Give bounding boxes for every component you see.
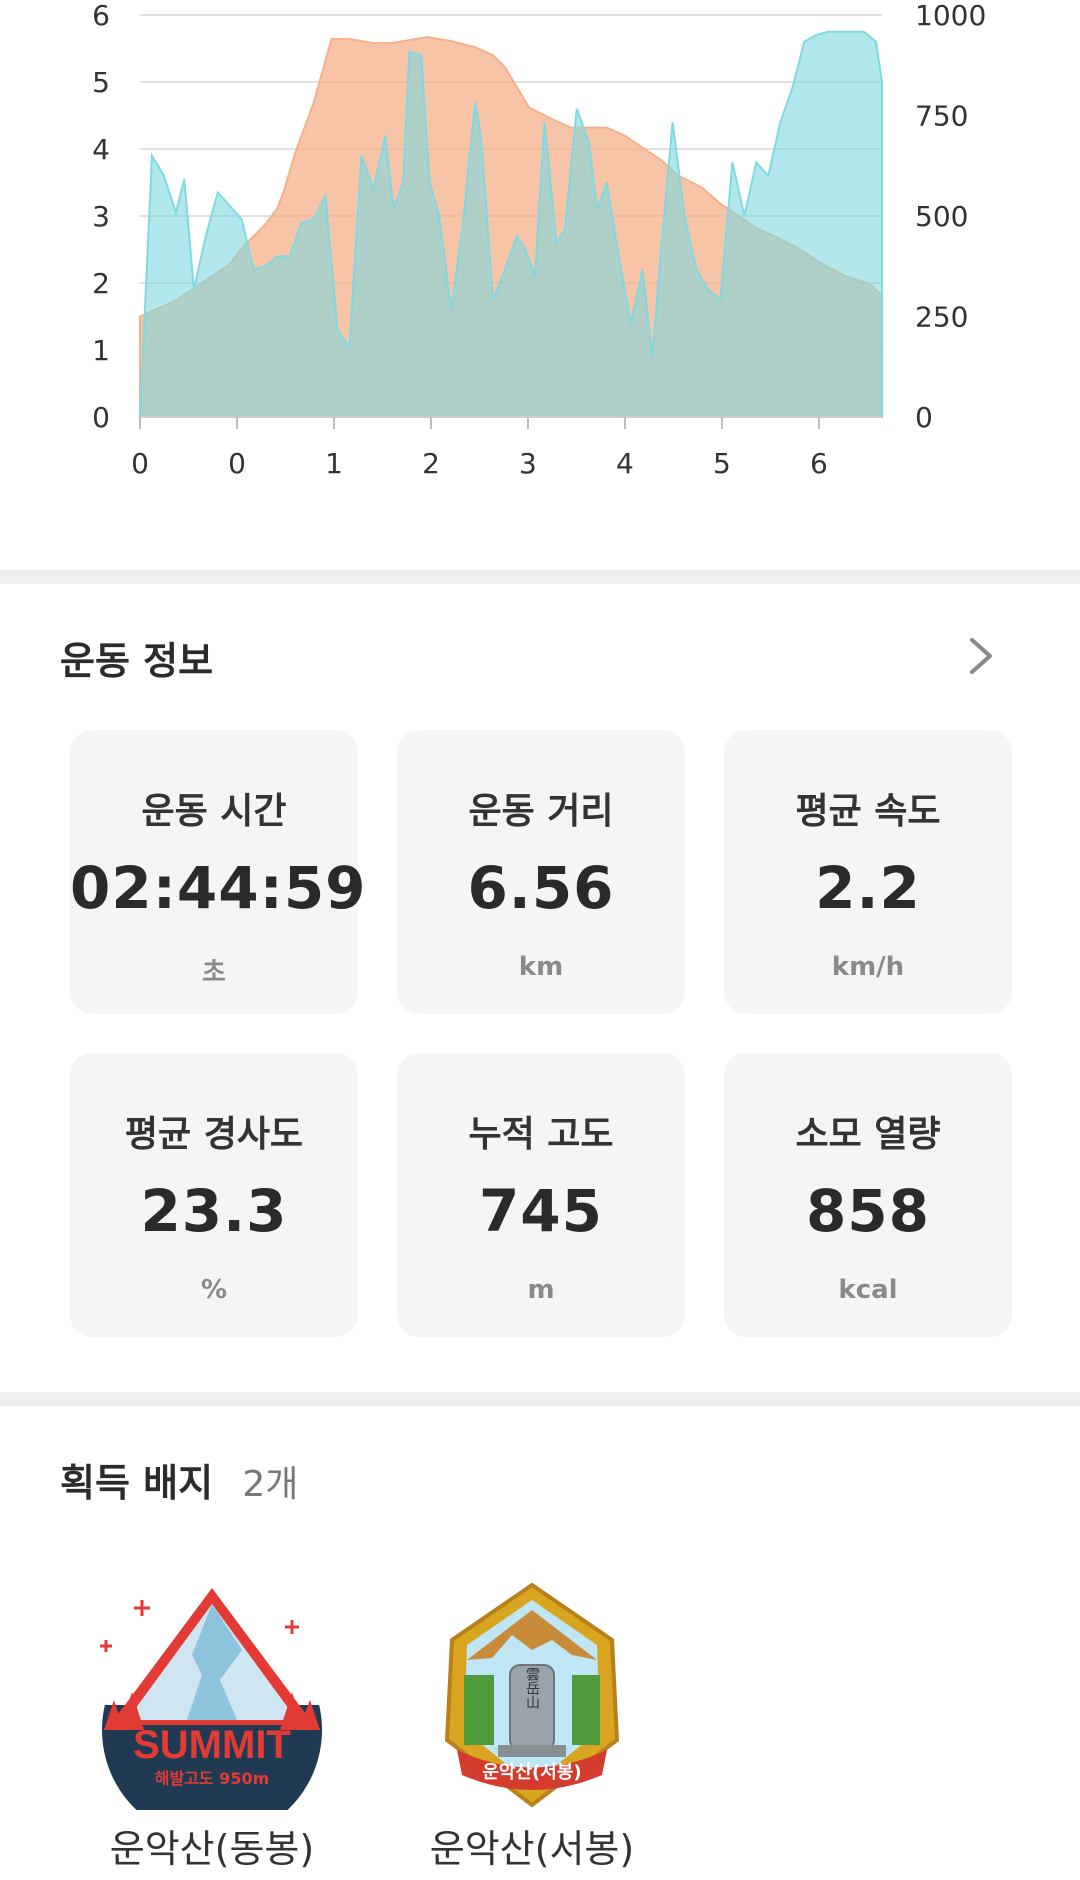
x-tick-label: 4 xyxy=(616,447,634,480)
badge-stone-text: 雲岳山 xyxy=(524,1667,540,1709)
x-tick-label: 6 xyxy=(810,447,828,480)
summit-badge-icon: SUMMIT 해발고도 950m xyxy=(92,1580,332,1840)
x-tick-label: 1 xyxy=(325,447,343,480)
stat-card-label: 운동 시간 xyxy=(141,791,287,832)
stat-card-unit: km/h xyxy=(831,952,905,982)
stat-card-value: 6.56 xyxy=(467,854,615,922)
stat-card-label: 평균 속도 xyxy=(795,791,941,832)
x-tick-label: 0 xyxy=(228,447,246,480)
y-left-tick-label: 2 xyxy=(92,267,110,300)
x-tick-label: 2 xyxy=(422,447,440,480)
stat-card-unit: 초 xyxy=(202,958,226,988)
stat-card: 평균 경사도 23.3% xyxy=(70,1053,358,1337)
y-right-tick-label: 0 xyxy=(915,401,933,434)
stat-card-label: 누적 고도 xyxy=(468,1114,614,1155)
y-right-tick-label: 500 xyxy=(915,200,968,233)
x-tick-label: 5 xyxy=(713,447,731,480)
y-left-tick-label: 4 xyxy=(92,133,110,166)
badges-title: 획득 배지 2개 xyxy=(60,1452,298,1507)
chevron-right-icon[interactable] xyxy=(966,636,996,676)
stat-card-unit: m xyxy=(527,1275,555,1305)
stat-card-label: 평균 경사도 xyxy=(124,1114,304,1155)
stat-card-unit: % xyxy=(200,1275,228,1305)
stat-card-value: 2.2 xyxy=(815,854,921,922)
peak-stone-badge-icon: 雲岳山 운악산(서봉) xyxy=(444,1582,620,1808)
y-right-tick-label: 1000 xyxy=(915,0,986,32)
section-divider xyxy=(0,1392,1080,1406)
y-left-tick-label: 0 xyxy=(92,401,110,434)
stat-card-unit: km xyxy=(518,952,564,982)
chart-svg: 0123456025050075010000 0 1 2 3 4 5 6 xyxy=(92,0,986,480)
y-left-tick-label: 3 xyxy=(92,200,110,233)
badges-count: 2개 xyxy=(242,1464,299,1505)
section-divider xyxy=(0,570,1080,584)
badge-item[interactable]: 雲岳山 운악산(서봉) 운악산(서봉) xyxy=(412,1580,652,1880)
badges-title-text: 획득 배지 xyxy=(60,1461,214,1505)
stat-card-label: 운동 거리 xyxy=(468,791,614,832)
badge-summit-sub: 해발고도 950m xyxy=(155,1769,270,1788)
stat-card-label: 소모 열량 xyxy=(795,1114,941,1155)
badge-summit-text: SUMMIT xyxy=(133,1723,291,1767)
y-left-tick-label: 1 xyxy=(92,334,110,367)
stat-card: 운동 거리 6.56 km xyxy=(397,730,685,1014)
stat-card-value: 02:44:59 xyxy=(70,854,367,922)
stat-card-value: 858 xyxy=(805,1177,931,1245)
badge-label: 운악산(서봉) xyxy=(429,1827,635,1871)
stat-card: 운동 시간 02:44:59 초 xyxy=(70,730,367,1014)
elevation-speed-chart: 0 1 2 3 4 5 6 0 250 500 750 1000 0 0 1 2 3 4 5 6 xyxy=(0,0,1080,570)
badge-label: 운악산(동봉) xyxy=(109,1827,315,1871)
badge-ribbon-text: 운악산(서봉) xyxy=(482,1762,581,1783)
stat-card-unit: kcal xyxy=(838,1275,898,1305)
y-left-tick-label: 5 xyxy=(92,66,110,99)
x-tick-label: 0 xyxy=(131,447,149,480)
stat-card: 소모 열량 858 kcal xyxy=(724,1053,1012,1337)
y-right-tick-label: 250 xyxy=(915,301,968,334)
stat-card: 평균 속도 2.2 km/h xyxy=(724,730,1012,1014)
exercise-info-title: 운동 정보 xyxy=(60,639,214,683)
x-tick-label: 3 xyxy=(519,447,537,480)
badge-item[interactable]: SUMMIT 해발고도 950m 운악산(동봉) xyxy=(92,1580,332,1880)
y-right-tick-label: 750 xyxy=(915,100,968,133)
stat-card-value: 745 xyxy=(478,1177,604,1245)
y-left-tick-label: 6 xyxy=(92,0,110,32)
stat-card-value: 23.3 xyxy=(140,1177,288,1245)
stat-card: 누적 고도 745 m xyxy=(397,1053,685,1337)
